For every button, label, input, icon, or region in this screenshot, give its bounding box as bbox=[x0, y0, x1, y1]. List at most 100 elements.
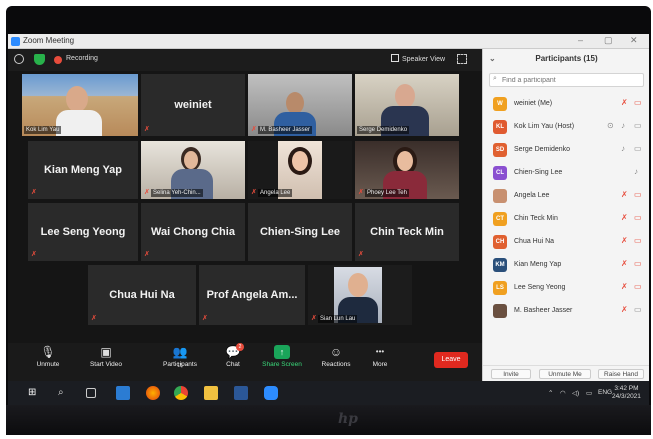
start-video-button[interactable]: ▣ Start Video bbox=[84, 345, 128, 368]
video-off-icon: ▭ bbox=[634, 236, 642, 245]
tray-chevron-icon[interactable]: ⌃ bbox=[548, 389, 553, 397]
video-tile-chien-sing[interactable]: Chien-Sing Lee bbox=[248, 203, 352, 261]
tile-name: Chien-Sing Lee bbox=[259, 226, 341, 238]
windows-taskbar: ⊞ ⌕ ⌃ ◠ ◁) ▭ ENG 3:42 PM 24/3/2021 bbox=[8, 381, 649, 406]
search-input[interactable] bbox=[502, 74, 642, 86]
participant-row[interactable]: M. Basheer Jasser ✗ ▭ bbox=[483, 300, 649, 322]
video-tile-kian[interactable]: Kian Meng Yap ✗ bbox=[28, 141, 138, 199]
language-indicator[interactable]: ENG bbox=[598, 389, 612, 396]
battery-icon[interactable]: ▭ bbox=[586, 389, 592, 397]
network-icon[interactable]: ◠ bbox=[560, 389, 566, 397]
person-face bbox=[66, 86, 88, 112]
video-tile-prof-angela[interactable]: Prof Angela Am... ✗ bbox=[199, 265, 305, 325]
video-tile-sian-lun[interactable]: Sian Lun Lau ✗ bbox=[308, 265, 412, 325]
screen: Zoom Meeting – ▢ ✕ Recording Speaker Vie… bbox=[8, 34, 649, 406]
chrome-icon[interactable] bbox=[174, 386, 188, 400]
tile-name-label: Serge Demidenko bbox=[357, 126, 410, 134]
file-explorer-icon[interactable] bbox=[204, 386, 218, 400]
participant-row[interactable]: KM Kian Meng Yap ✗ ▭ bbox=[483, 254, 649, 276]
tile-name: Lee Seng Yeong bbox=[40, 226, 126, 238]
participant-row[interactable]: Wweiniet (Me) ✗ ▭ bbox=[483, 93, 649, 115]
minimize-button[interactable]: – bbox=[578, 35, 583, 45]
unmute-label: Unmute bbox=[36, 361, 60, 368]
video-tile-chin-teck[interactable]: Chin Teck Min ✗ bbox=[355, 203, 459, 261]
participant-row[interactable]: CT Chin Teck Min ✗ ▭ bbox=[483, 208, 649, 230]
system-clock[interactable]: 3:42 PM 24/3/2021 bbox=[612, 385, 641, 401]
search-icon[interactable]: ⌕ bbox=[58, 386, 72, 400]
word-icon[interactable] bbox=[234, 386, 248, 400]
reactions-button[interactable]: ☺ Reactions bbox=[318, 345, 354, 368]
participant-name: Chin Teck Min bbox=[514, 215, 558, 222]
participant-row[interactable]: LS Lee Seng Yeong ✗ ▭ bbox=[483, 277, 649, 299]
panel-footer: Invite Unmute Me Raise Hand bbox=[483, 365, 649, 381]
participant-row[interactable]: CH Chua Hui Na ✗ ▭ bbox=[483, 231, 649, 253]
video-tile-chua[interactable]: Chua Hui Na ✗ bbox=[88, 265, 196, 325]
mic-muted-icon: ✗ bbox=[91, 315, 97, 322]
video-tile-kok-lim-yau[interactable]: Kok Lim Yau bbox=[22, 74, 138, 136]
hp-logo: hp bbox=[338, 411, 358, 427]
maximize-button[interactable]: ▢ bbox=[604, 35, 613, 46]
chevron-down-icon[interactable]: ⌄ bbox=[489, 49, 496, 69]
more-button[interactable]: ••• More bbox=[366, 345, 394, 368]
smiley-icon: ☺ bbox=[329, 345, 343, 359]
speaker-view-button[interactable]: Speaker View bbox=[391, 54, 447, 67]
participant-row[interactable]: CL Chien-Sing Lee ♪ bbox=[483, 162, 649, 184]
avatar: KL bbox=[493, 120, 507, 134]
invite-button[interactable]: Invite bbox=[491, 369, 531, 379]
tile-name: Chua Hui Na bbox=[109, 289, 175, 301]
unmute-me-button[interactable]: Unmute Me bbox=[539, 369, 591, 379]
firefox-icon[interactable] bbox=[146, 386, 160, 400]
unmute-button[interactable]: 🎙 Unmute bbox=[30, 345, 66, 368]
tile-name-label: Kok Lim Yau bbox=[24, 126, 62, 134]
fullscreen-icon[interactable] bbox=[457, 54, 467, 64]
mic-muted-icon: ✗ bbox=[621, 98, 628, 107]
photo-frame: Zoom Meeting – ▢ ✕ Recording Speaker Vie… bbox=[0, 0, 653, 439]
mic-muted-icon: ✗ bbox=[311, 315, 317, 322]
participant-name: Kok Lim Yau (Host) bbox=[514, 123, 575, 130]
raise-hand-button[interactable]: Raise Hand bbox=[598, 369, 644, 379]
zoom-logo-icon bbox=[11, 37, 20, 46]
info-icon[interactable] bbox=[14, 54, 24, 64]
video-tile-selina[interactable]: Selina Yeh-Chin... ✗ bbox=[141, 141, 245, 199]
video-tile-wai-chong[interactable]: Wai Chong Chia ✗ bbox=[141, 203, 245, 261]
participants-button[interactable]: 👥15 Participants bbox=[158, 345, 202, 369]
recording-icon: ⊙ bbox=[607, 121, 614, 130]
meeting-toolbar: 🎙 Unmute ▣ Start Video 👥15 Participants 💬 2 C… bbox=[8, 343, 482, 381]
outlook-icon[interactable] bbox=[116, 386, 130, 400]
avatar: KM bbox=[493, 258, 507, 272]
video-icon: ▭ bbox=[634, 121, 642, 130]
participant-row[interactable]: Angela Lee ✗ ▭ bbox=[483, 185, 649, 207]
video-tile-weiniet[interactable]: weiniet ✗ bbox=[141, 74, 245, 136]
volume-icon[interactable]: ◁) bbox=[572, 389, 579, 397]
mic-icon: ♪ bbox=[621, 144, 625, 153]
video-off-icon: ▭ bbox=[634, 213, 642, 222]
video-tile-phoey[interactable]: Phoey Lee Teh ✗ bbox=[355, 141, 459, 199]
participant-row[interactable]: SD Serge Demidenko ♪ ▭ bbox=[483, 139, 649, 161]
speaker-view-label: Speaker View bbox=[402, 56, 446, 63]
shield-icon[interactable] bbox=[34, 54, 45, 65]
participant-name: Serge Demidenko bbox=[514, 146, 571, 153]
tile-name-label: Angela Lee bbox=[258, 189, 293, 197]
video-tile-serge[interactable]: Serge Demidenko bbox=[355, 74, 459, 136]
person-face bbox=[184, 151, 198, 169]
chat-button[interactable]: 💬 2 Chat bbox=[218, 343, 248, 368]
video-tile-basheer[interactable]: M. Basheer Jasser ✗ bbox=[248, 74, 352, 136]
mic-muted-icon: ✗ bbox=[358, 189, 364, 196]
leave-button[interactable]: Leave bbox=[434, 352, 468, 368]
start-video-label: Start Video bbox=[89, 361, 123, 368]
task-view-icon[interactable] bbox=[86, 388, 96, 398]
video-tile-lee-seng[interactable]: Lee Seng Yeong ✗ bbox=[28, 203, 138, 261]
clock-date: 24/3/2021 bbox=[612, 393, 641, 400]
video-tile-angela[interactable]: Angela Lee ✗ bbox=[248, 141, 352, 199]
zoom-app-icon[interactable] bbox=[264, 386, 278, 400]
mic-muted-icon: ✗ bbox=[144, 189, 150, 196]
participants-label: Participants bbox=[163, 361, 197, 368]
mic-muted-icon: ✗ bbox=[202, 315, 208, 322]
close-button[interactable]: ✕ bbox=[630, 35, 638, 46]
participant-row[interactable]: KL Kok Lim Yau (Host) ⊙ ♪ ▭ bbox=[483, 116, 649, 138]
avatar: CT bbox=[493, 212, 507, 226]
windows-start-icon[interactable]: ⊞ bbox=[28, 386, 42, 400]
share-screen-label: Share Screen bbox=[262, 361, 302, 368]
share-screen-button[interactable]: ↑ Share Screen bbox=[260, 345, 304, 368]
avatar: LS bbox=[493, 281, 507, 295]
